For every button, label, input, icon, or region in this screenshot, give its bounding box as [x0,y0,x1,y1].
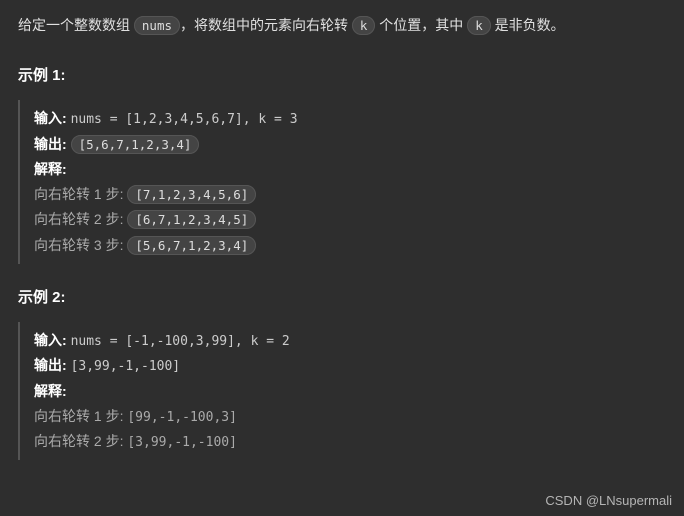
intro-text: 是非负数。 [491,17,565,33]
example1-step1: 向右轮转 1 步: [7,1,2,3,4,5,6] [34,182,666,207]
input-label: 输入: [34,332,67,348]
step-arr: [5,6,7,1,2,3,4] [127,236,256,255]
explain-label: 解释: [34,161,67,177]
code-nums: nums [134,16,180,35]
example1-title: 示例 1: [18,64,666,88]
step-arr: [3,99,-1,-100] [127,435,237,450]
example2-output: 输出: [3,99,-1,-100] [34,353,666,378]
example1-explain-label: 解释: [34,157,666,182]
input-value: nums = [-1,-100,3,99], k = 2 [71,334,290,349]
code-k2: k [467,16,491,35]
step-text: 向右轮转 2 步: [34,211,127,227]
watermark: CSDN @LNsupermali [545,491,672,512]
step-arr: [6,7,1,2,3,4,5] [127,210,256,229]
step-text: 向右轮转 1 步: [34,186,127,202]
step-text: 向右轮转 3 步: [34,237,127,253]
example1-step2: 向右轮转 2 步: [6,7,1,2,3,4,5] [34,207,666,232]
step-arr: [7,1,2,3,4,5,6] [127,185,256,204]
step-arr: [99,-1,-100,3] [127,410,237,425]
output-value: [3,99,-1,-100] [71,359,181,374]
intro-text: ，将数组中的元素向右轮转 [180,17,352,33]
input-label: 输入: [34,110,67,126]
example2-step1: 向右轮转 1 步: [99,-1,-100,3] [34,404,666,429]
step-text: 向右轮转 1 步: [34,408,127,424]
problem-description: 给定一个整数数组 nums，将数组中的元素向右轮转 k 个位置，其中 k 是非负… [18,14,666,36]
example1-output: 输出: [5,6,7,1,2,3,4] [34,132,666,157]
output-label: 输出: [34,357,67,373]
input-value: nums = [1,2,3,4,5,6,7], k = 3 [71,112,298,127]
step-text: 向右轮转 2 步: [34,433,127,449]
example2-block: 输入: nums = [-1,-100,3,99], k = 2 输出: [3,… [18,322,666,461]
output-value: [5,6,7,1,2,3,4] [71,135,200,154]
example2-explain-label: 解释: [34,379,666,404]
example1-block: 输入: nums = [1,2,3,4,5,6,7], k = 3 输出: [5… [18,100,666,263]
output-label: 输出: [34,136,67,152]
intro-text: 给定一个整数数组 [18,17,134,33]
example2-input: 输入: nums = [-1,-100,3,99], k = 2 [34,328,666,353]
intro-text: 个位置，其中 [375,17,467,33]
code-k: k [352,16,376,35]
explain-label: 解释: [34,383,67,399]
example1-input: 输入: nums = [1,2,3,4,5,6,7], k = 3 [34,106,666,131]
example2-step2: 向右轮转 2 步: [3,99,-1,-100] [34,429,666,454]
example1-step3: 向右轮转 3 步: [5,6,7,1,2,3,4] [34,233,666,258]
example2-title: 示例 2: [18,286,666,310]
